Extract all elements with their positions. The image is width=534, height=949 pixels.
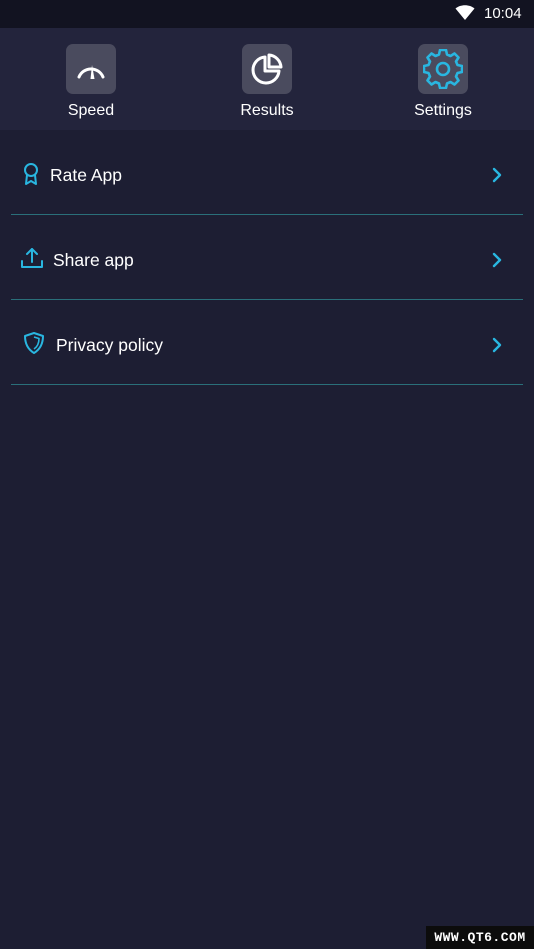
watermark: WWW.QT6.COM xyxy=(426,926,534,949)
divider xyxy=(11,384,523,385)
gear-icon xyxy=(418,44,468,94)
chevron-right-icon xyxy=(492,337,502,353)
wifi-icon xyxy=(455,5,475,20)
pie-chart-icon xyxy=(242,44,292,94)
speedometer-icon xyxy=(66,44,116,94)
menu-item-rate-app[interactable]: Rate App xyxy=(0,130,534,215)
tab-results[interactable]: Results xyxy=(207,28,327,130)
shield-icon xyxy=(24,332,44,354)
tab-settings[interactable]: Settings xyxy=(383,28,503,130)
chevron-right-icon xyxy=(492,167,502,183)
tab-speed[interactable]: Speed xyxy=(31,28,151,130)
menu-item-privacy-policy[interactable]: Privacy policy xyxy=(0,300,534,385)
status-bar: 10:04 xyxy=(0,0,534,28)
menu-item-label: Share app xyxy=(53,250,134,270)
settings-menu: Rate App Share app Privacy policy xyxy=(0,130,534,385)
menu-item-label: Rate App xyxy=(50,165,122,185)
ribbon-award-icon xyxy=(24,163,38,185)
tab-speed-label: Speed xyxy=(67,102,115,119)
menu-item-label: Privacy policy xyxy=(56,335,163,355)
chevron-right-icon xyxy=(492,252,502,268)
tab-settings-label: Settings xyxy=(414,102,472,119)
upload-share-icon xyxy=(21,248,43,268)
status-time: 10:04 xyxy=(484,5,522,22)
menu-item-share-app[interactable]: Share app xyxy=(0,215,534,300)
tab-results-label: Results xyxy=(240,102,294,119)
top-nav: Speed Results Settings xyxy=(0,28,534,130)
